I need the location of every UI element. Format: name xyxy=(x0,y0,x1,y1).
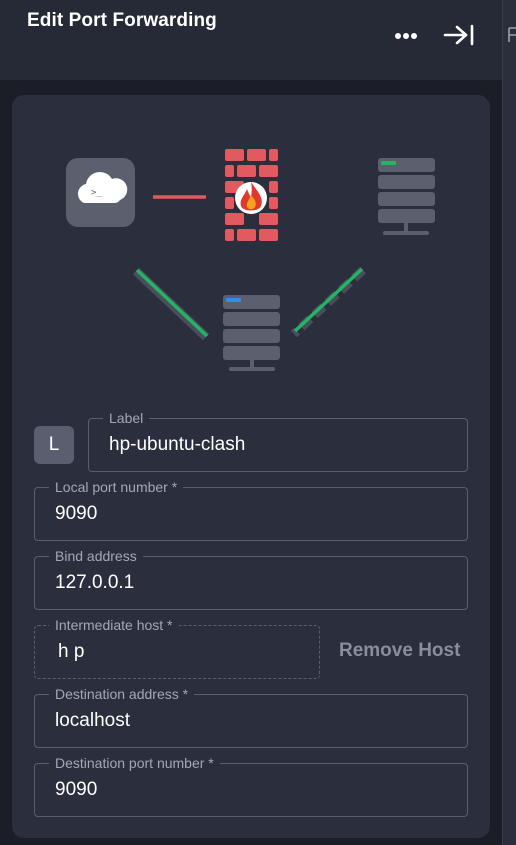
local-port-field[interactable]: Local port number * 9090 xyxy=(34,478,468,541)
label-field-label: Label xyxy=(103,409,150,427)
split-view-icon xyxy=(508,27,516,42)
collapse-panel-icon[interactable] xyxy=(442,22,476,48)
intermediate-host-label: Intermediate host * xyxy=(49,616,179,634)
adjacent-panel-edge xyxy=(502,0,516,845)
label-badge: L xyxy=(34,426,74,464)
label-field[interactable]: Label hp-ubuntu-clash xyxy=(88,409,468,472)
more-horizontal-icon[interactable] xyxy=(392,28,420,44)
destination-address-value[interactable]: localhost xyxy=(55,710,130,732)
remote-server-icon xyxy=(378,158,435,235)
intermediate-server-icon xyxy=(223,295,280,371)
intermediate-host-field[interactable]: Intermediate host * h p xyxy=(34,616,320,679)
local-port-label: Local port number * xyxy=(49,478,184,496)
destination-address-label: Destination address * xyxy=(49,685,195,703)
destination-port-label: Destination port number * xyxy=(49,754,220,772)
bind-address-value[interactable]: 127.0.0.1 xyxy=(55,572,134,594)
bind-address-label: Bind address xyxy=(49,547,143,565)
panel-header: Edit Port Forwarding xyxy=(0,0,502,80)
destination-address-field[interactable]: Destination address * localhost xyxy=(34,685,468,748)
destination-port-field[interactable]: Destination port number * 9090 xyxy=(34,754,468,817)
bind-address-field[interactable]: Bind address 127.0.0.1 xyxy=(34,547,468,610)
remove-host-button[interactable]: Remove Host xyxy=(339,640,460,662)
local-port-value[interactable]: 9090 xyxy=(55,503,97,525)
tunnel-diagram: >_ xyxy=(66,149,435,371)
label-field-value[interactable]: hp-ubuntu-clash xyxy=(109,434,245,456)
panel-title: Edit Port Forwarding xyxy=(27,10,217,31)
svg-text:>_: >_ xyxy=(91,188,102,198)
firewall-icon xyxy=(225,149,278,241)
port-forwarding-card: >_ L Label hp-ubuntu-clash Local port nu… xyxy=(12,95,490,838)
intermediate-host-value[interactable]: h p xyxy=(58,641,84,663)
terminal-cloud-icon: >_ xyxy=(66,158,135,227)
destination-port-value[interactable]: 9090 xyxy=(55,779,97,801)
